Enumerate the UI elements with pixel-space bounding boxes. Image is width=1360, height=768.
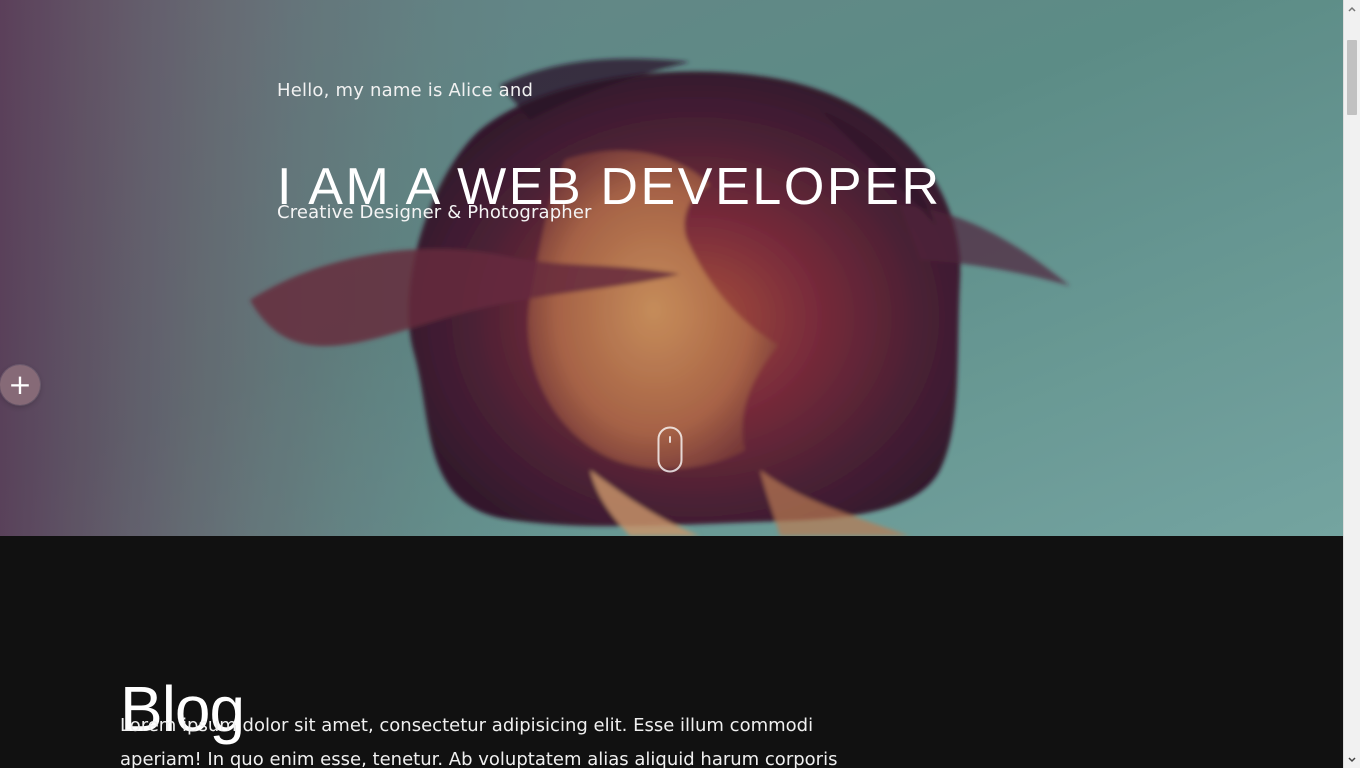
side-menu-toggle-button[interactable]: + <box>0 365 40 405</box>
chevron-down-icon <box>1348 756 1356 762</box>
hero-intro-text: Hello, my name is Alice and <box>277 80 534 101</box>
plus-icon: + <box>8 368 32 401</box>
page: Hello, my name is Alice and I AM A WEB D… <box>0 0 1360 768</box>
blog-paragraph: Lorem ipsum dolor sit amet, consectetur … <box>120 715 838 768</box>
chevron-up-icon <box>1348 6 1356 12</box>
scrollbar-thumb[interactable] <box>1347 40 1357 115</box>
hero-subtitle: Creative Designer & Photographer <box>277 202 592 223</box>
vertical-scrollbar[interactable] <box>1343 0 1360 768</box>
scroll-down-indicator[interactable] <box>657 426 683 473</box>
hero-section: Hello, my name is Alice and I AM A WEB D… <box>0 0 1343 536</box>
scrollbar-down-button[interactable] <box>1344 751 1360 768</box>
mouse-scroll-icon <box>657 426 683 473</box>
blog-section: Blog Lorem ipsum dolor sit amet, consect… <box>0 536 1343 768</box>
page-content: Hello, my name is Alice and I AM A WEB D… <box>0 0 1343 768</box>
scrollbar-up-button[interactable] <box>1344 0 1360 17</box>
